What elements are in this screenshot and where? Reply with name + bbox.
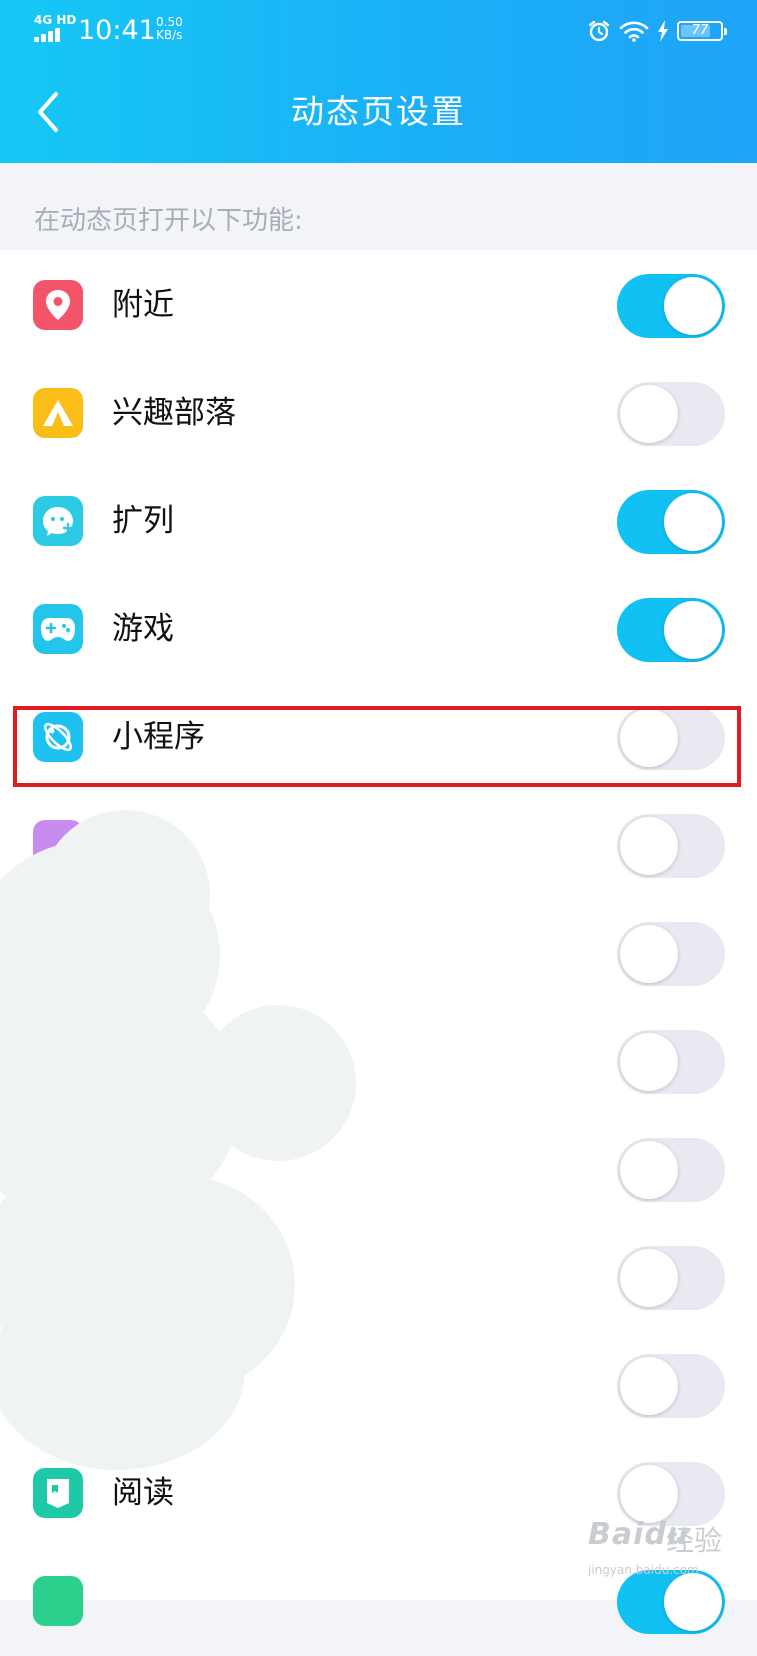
feature-toggle[interactable] — [617, 706, 725, 770]
toggle-knob — [620, 1249, 678, 1307]
feature-toggle[interactable] — [617, 1570, 725, 1634]
list-item — [0, 1546, 757, 1656]
gamepad-icon — [33, 604, 83, 654]
list-item — [0, 1330, 757, 1440]
feature-toggle[interactable] — [617, 922, 725, 986]
speed-unit: KB/s — [156, 28, 183, 42]
status-bar: 4G HD 10:41 0.50 KB/s 77 — [0, 0, 757, 62]
section-label: 在动态页打开以下功能: — [34, 206, 303, 236]
feature-list: 附近兴趣部落扩列游戏小程序阅读 — [0, 250, 757, 1634]
list-item: 扩列 — [0, 466, 757, 576]
list-item — [0, 790, 757, 900]
toggle-knob — [664, 493, 722, 551]
charging-icon — [658, 20, 668, 42]
item-label: 游戏 — [112, 611, 174, 647]
feature-toggle[interactable] — [617, 814, 725, 878]
toggle-knob — [664, 1573, 722, 1631]
toggle-knob — [620, 709, 678, 767]
list-item: 兴趣部落 — [0, 358, 757, 468]
toggle-knob — [620, 817, 678, 875]
wifi-icon — [619, 21, 649, 42]
tent-icon — [33, 388, 83, 438]
feature-toggle[interactable] — [617, 1354, 725, 1418]
app-header: 4G HD 10:41 0.50 KB/s 77 动态页设置 — [0, 0, 757, 163]
planet-icon — [33, 712, 83, 762]
toggle-knob — [664, 277, 722, 335]
feature-toggle[interactable] — [617, 598, 725, 662]
network-type: 4G HD — [34, 13, 77, 27]
page-title: 动态页设置 — [291, 92, 466, 131]
network-speed: 0.50 KB/s — [156, 16, 183, 42]
signal-icon — [34, 28, 64, 42]
feature-toggle[interactable] — [617, 490, 725, 554]
feature-toggle[interactable] — [617, 1462, 725, 1526]
toggle-knob — [620, 1357, 678, 1415]
item-label: 阅读 — [112, 1475, 174, 1511]
feature-toggle[interactable] — [617, 382, 725, 446]
toggle-knob — [620, 925, 678, 983]
toggle-knob — [620, 1033, 678, 1091]
item-label: 小程序 — [112, 719, 205, 755]
list-item: 游戏 — [0, 574, 757, 684]
toggle-knob — [620, 1465, 678, 1523]
list-item: 阅读 — [0, 1438, 757, 1548]
toggle-knob — [620, 1141, 678, 1199]
list-item: 附近 — [0, 250, 757, 360]
face-plus-icon — [33, 496, 83, 546]
battery-percent: 77 — [691, 23, 709, 38]
list-item — [0, 1114, 757, 1224]
status-icons: 77 — [587, 16, 727, 46]
item-label: 附近 — [112, 287, 174, 323]
toggle-knob — [620, 385, 678, 443]
feature-icon — [33, 820, 83, 870]
list-item — [0, 898, 757, 1008]
nav-bar: 动态页设置 — [0, 62, 757, 163]
item-label: 兴趣部落 — [112, 395, 236, 431]
book-icon — [33, 1468, 83, 1518]
toggle-knob — [664, 601, 722, 659]
feature-toggle[interactable] — [617, 1246, 725, 1310]
feature-toggle[interactable] — [617, 1030, 725, 1094]
location-pin-icon — [33, 280, 83, 330]
section-header: 在动态页打开以下功能: — [0, 163, 757, 250]
alarm-icon — [588, 20, 610, 42]
item-label: 扩列 — [112, 503, 174, 539]
feature-toggle[interactable] — [617, 1138, 725, 1202]
list-item — [0, 1006, 757, 1116]
feature-toggle[interactable] — [617, 274, 725, 338]
feature-icon — [33, 1576, 83, 1626]
list-item: 小程序 — [0, 682, 757, 792]
battery-icon: 77 — [677, 21, 727, 41]
list-item — [0, 1222, 757, 1332]
status-time: 10:41 — [78, 15, 156, 46]
